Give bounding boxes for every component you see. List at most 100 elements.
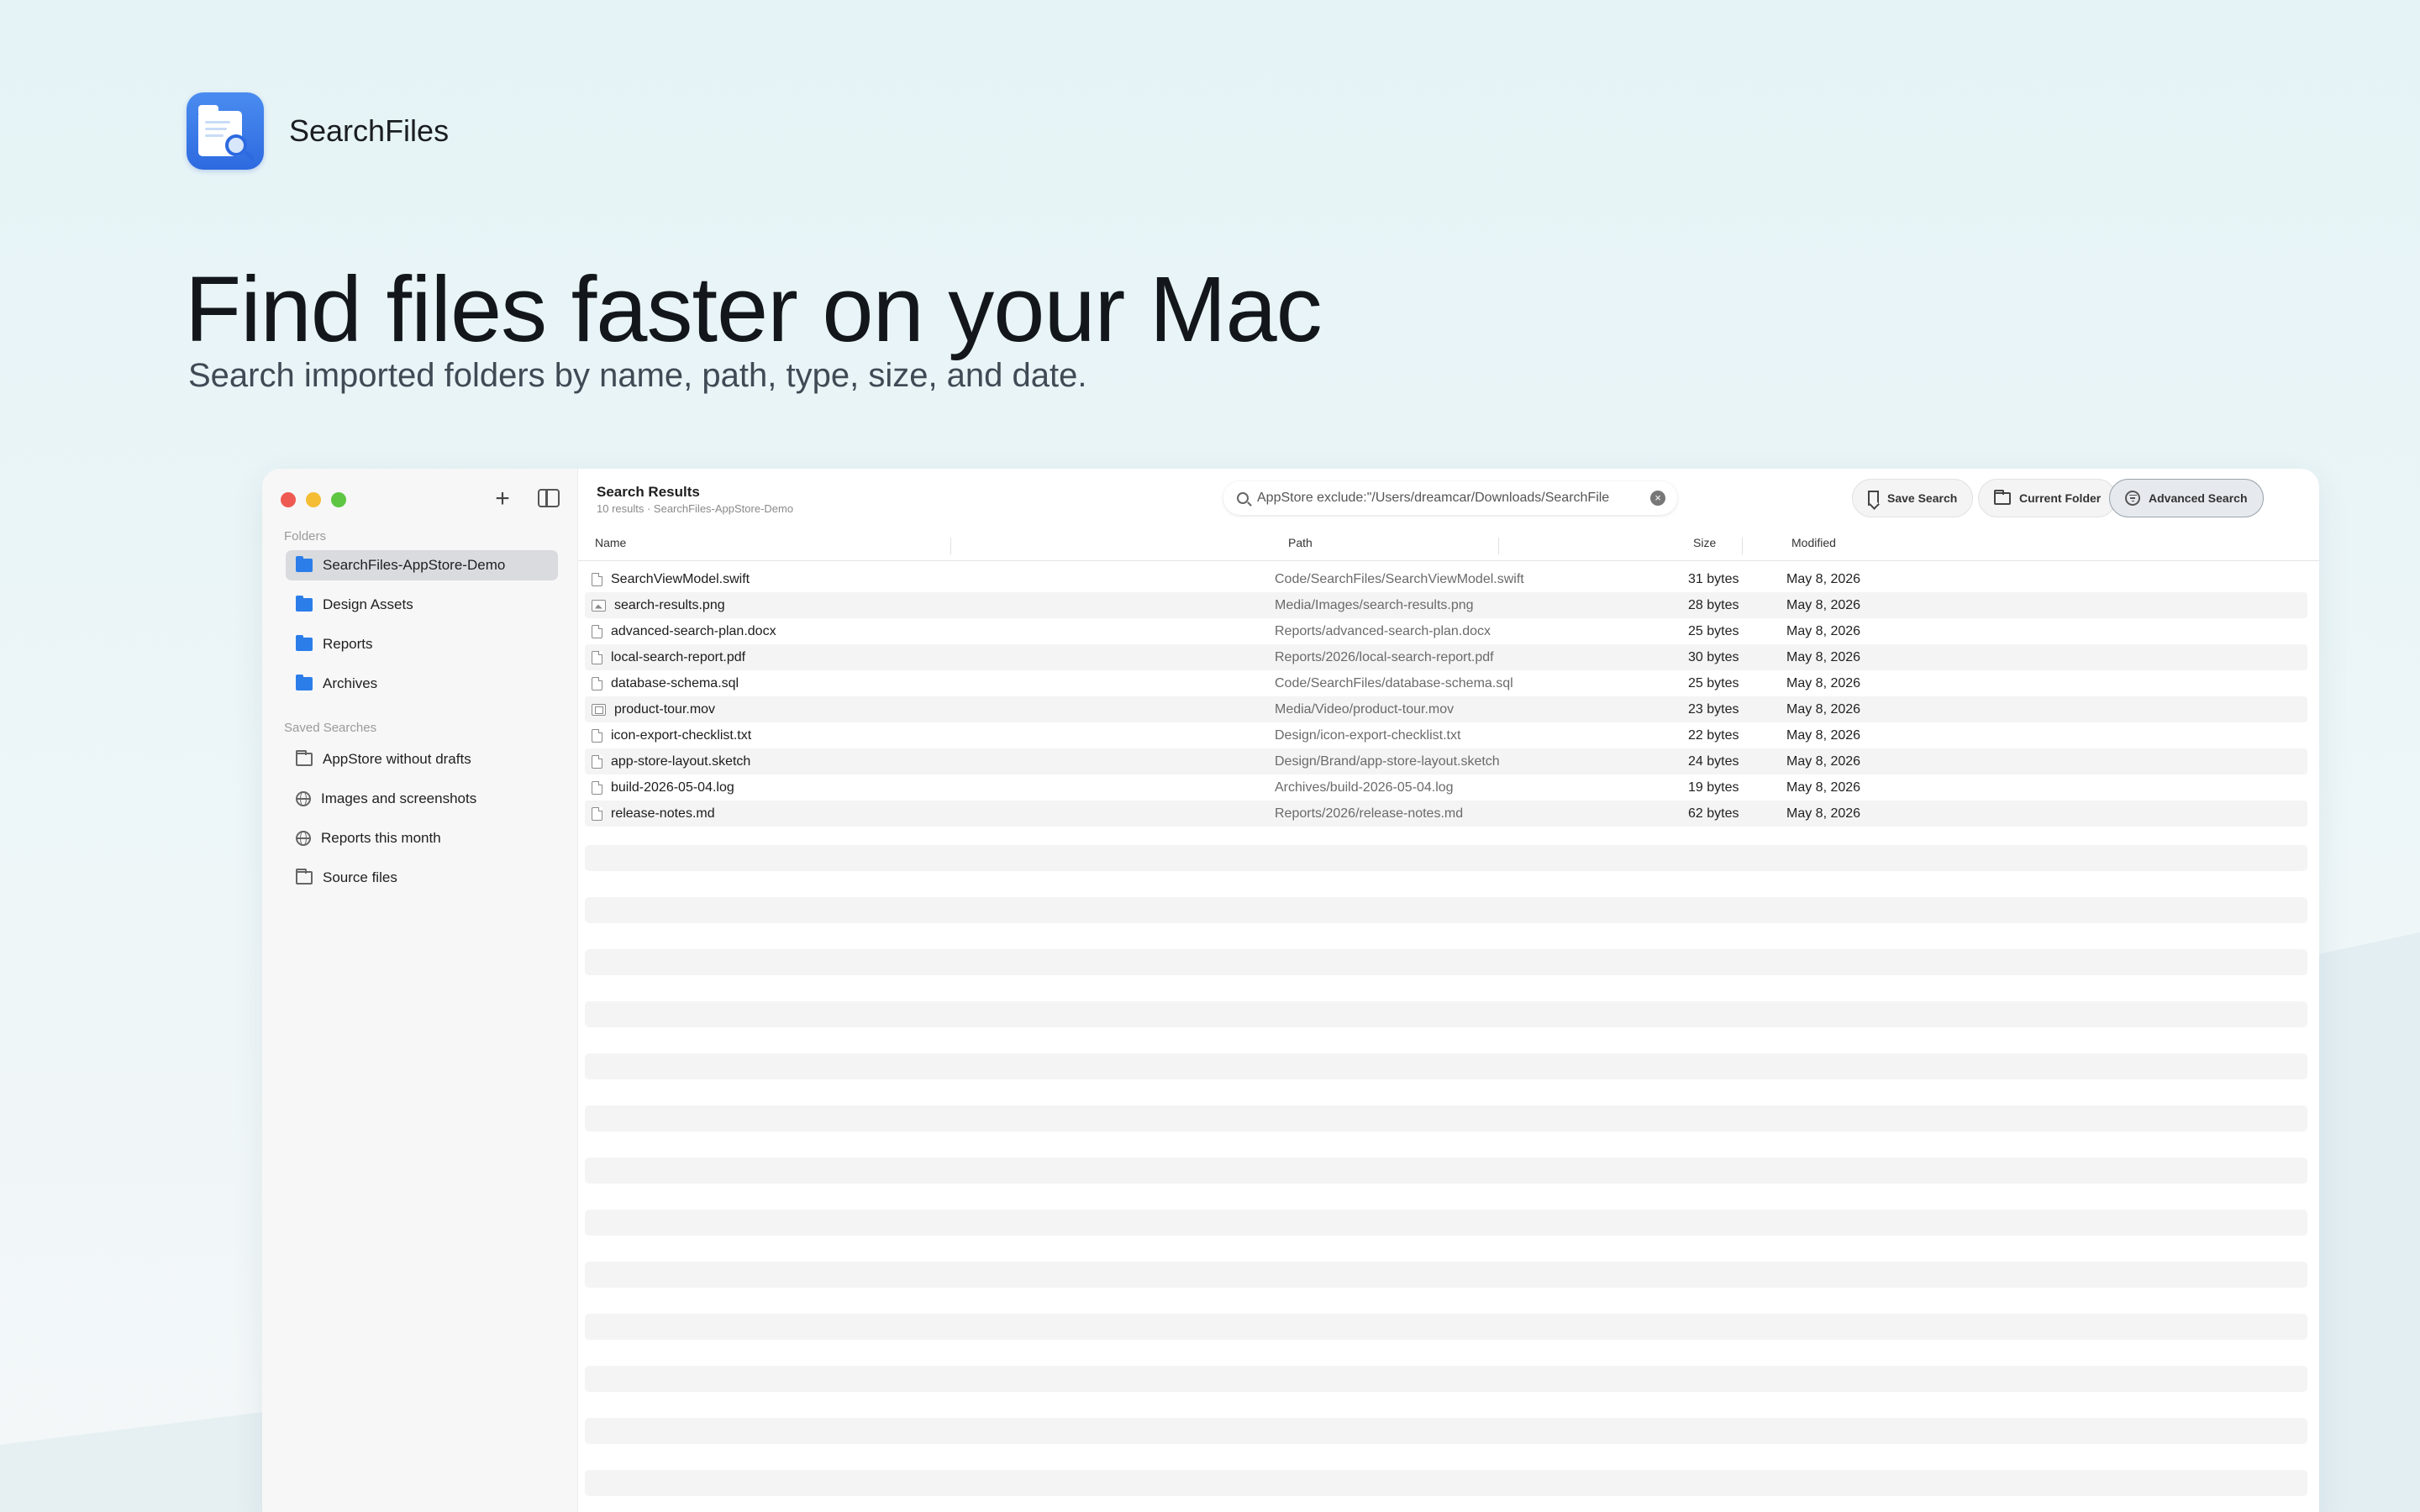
filter-icon [2125,491,2140,506]
empty-rows [585,845,2307,1512]
table-row[interactable]: local-search-report.pdf Reports/2026/loca… [585,644,2307,670]
current-folder-label: Current Folder [2019,491,2102,505]
file-size: 31 bytes [1688,571,1739,586]
background-shape [2302,932,2420,1512]
minimize-window-button[interactable] [306,492,321,507]
saved-search-item[interactable]: Source files [286,863,558,893]
file-name: local-search-report.pdf [611,649,746,664]
globe-icon [296,831,311,846]
file-name-cell: icon-export-checklist.txt [592,728,751,743]
saved-searches-section-label: Saved Searches [284,721,377,735]
sidebar-item-label: SearchFiles-AppStore-Demo [323,557,506,573]
file-size: 22 bytes [1688,727,1739,743]
file-modified: May 8, 2026 [1786,597,1861,612]
folder-blue-icon [296,596,313,612]
file-name: product-tour.mov [614,701,716,717]
document-file-icon [592,572,602,586]
sidebar-item-label: Design Assets [323,596,413,612]
file-path: Reports/advanced-search-plan.docx [1275,623,1491,638]
file-path: Reports/2026/local-search-report.pdf [1275,649,1494,664]
results-table: SearchViewModel.swift Code/SearchFiles/Se… [585,566,2307,827]
document-file-icon [592,650,602,664]
document-file-icon [592,754,602,769]
save-search-label: Save Search [1887,491,1958,505]
sidebar-folder-item[interactable]: Archives [286,669,558,699]
file-name: app-store-layout.sketch [611,753,751,769]
saved-search-item[interactable]: Reports this month [286,823,558,853]
table-row[interactable]: SearchViewModel.swift Code/SearchFiles/Se… [585,566,2307,592]
table-row[interactable]: product-tour.mov Media/Video/product-tour… [585,696,2307,722]
file-name-cell: advanced-search-plan.docx [592,624,776,639]
main-content: Search Results 10 results · SearchFiles-… [578,469,2319,1512]
results-summary: 10 results · SearchFiles-AppStore-Demo [597,502,794,515]
folder-icon [1994,489,2011,505]
video-file-icon [592,703,606,716]
app-window: + Folders SearchFiles-AppStore-Demo Desig… [262,469,2319,1512]
advanced-search-label: Advanced Search [2149,491,2248,505]
file-name: database-schema.sql [611,675,739,690]
folder-blue-icon [296,635,313,651]
file-path: Code/SearchFiles/SearchViewModel.swift [1275,571,1524,586]
sidebar-folder-item[interactable]: SearchFiles-AppStore-Demo [286,550,558,580]
saved-search-item[interactable]: Images and screenshots [286,784,558,814]
document-file-icon [592,806,602,821]
file-modified: May 8, 2026 [1786,571,1861,586]
sidebar-folder-item[interactable]: Reports [286,629,558,659]
table-row[interactable]: search-results.png Media/Images/search-re… [585,592,2307,618]
document-file-icon [592,624,602,638]
file-size: 30 bytes [1688,649,1739,664]
hero-headline: Find files faster on your Mac [185,258,1323,361]
table-row[interactable]: build-2026-05-04.log Archives/build-2026-… [585,774,2307,801]
file-path: Reports/2026/release-notes.md [1275,806,1464,821]
saved-search-item[interactable]: AppStore without drafts [286,744,558,774]
page-title: Search Results [597,484,700,500]
file-modified: May 8, 2026 [1786,727,1861,743]
image-file-icon [592,599,606,612]
file-size: 62 bytes [1688,806,1739,821]
add-folder-button[interactable]: + [489,486,516,512]
sidebar-item-label: AppStore without drafts [323,751,471,767]
table-row[interactable]: advanced-search-plan.docx Reports/advance… [585,618,2307,644]
column-header-size[interactable]: Size [1693,536,1716,549]
file-name: search-results.png [614,597,725,612]
file-modified: May 8, 2026 [1786,753,1861,769]
search-icon [1237,492,1249,504]
globe-icon [296,791,311,806]
search-query-text[interactable]: AppStore exclude:"/Users/dreamcar/Downlo… [1257,491,1645,506]
table-header: Name Path Size Modified [578,536,2319,561]
bookmark-icon [1868,491,1879,506]
table-row[interactable]: app-store-layout.sketch Design/Brand/app-… [585,748,2307,774]
file-name: build-2026-05-04.log [611,780,734,795]
column-header-modified[interactable]: Modified [1791,536,1836,549]
sidebar-item-label: Reports [323,636,373,652]
file-modified: May 8, 2026 [1786,780,1861,795]
column-header-name[interactable]: Name [595,536,626,549]
toggle-sidebar-icon[interactable] [538,489,560,507]
folder-blue-icon [296,675,313,690]
file-name-cell: product-tour.mov [592,702,715,717]
table-row[interactable]: database-schema.sql Code/SearchFiles/data… [585,670,2307,696]
current-folder-button[interactable]: Current Folder [1978,479,2118,517]
sidebar-item-label: Reports this month [321,830,441,846]
sidebar-item-label: Images and screenshots [321,790,477,806]
file-size: 25 bytes [1688,675,1739,690]
sidebar-item-label: Archives [323,675,378,691]
advanced-search-button[interactable]: Advanced Search [2109,479,2264,517]
file-name: advanced-search-plan.docx [611,623,776,638]
column-header-path[interactable]: Path [1288,536,1313,549]
save-search-button[interactable]: Save Search [1852,479,1974,517]
file-name-cell: database-schema.sql [592,676,739,691]
sidebar-folder-item[interactable]: Design Assets [286,590,558,620]
table-row[interactable]: release-notes.md Reports/2026/release-not… [585,801,2307,827]
clear-search-icon[interactable]: × [1650,491,1665,506]
file-name-cell: build-2026-05-04.log [592,780,734,795]
folders-section-label: Folders [284,529,327,543]
background-shape [0,1411,269,1512]
file-name-cell: search-results.png [592,598,725,613]
file-path: Code/SearchFiles/database-schema.sql [1275,675,1513,690]
search-input[interactable]: AppStore exclude:"/Users/dreamcar/Downlo… [1223,481,1677,515]
close-window-button[interactable] [281,492,296,507]
table-row[interactable]: icon-export-checklist.txt Design/icon-exp… [585,722,2307,748]
folder-blue-icon [296,556,313,572]
zoom-window-button[interactable] [331,492,346,507]
